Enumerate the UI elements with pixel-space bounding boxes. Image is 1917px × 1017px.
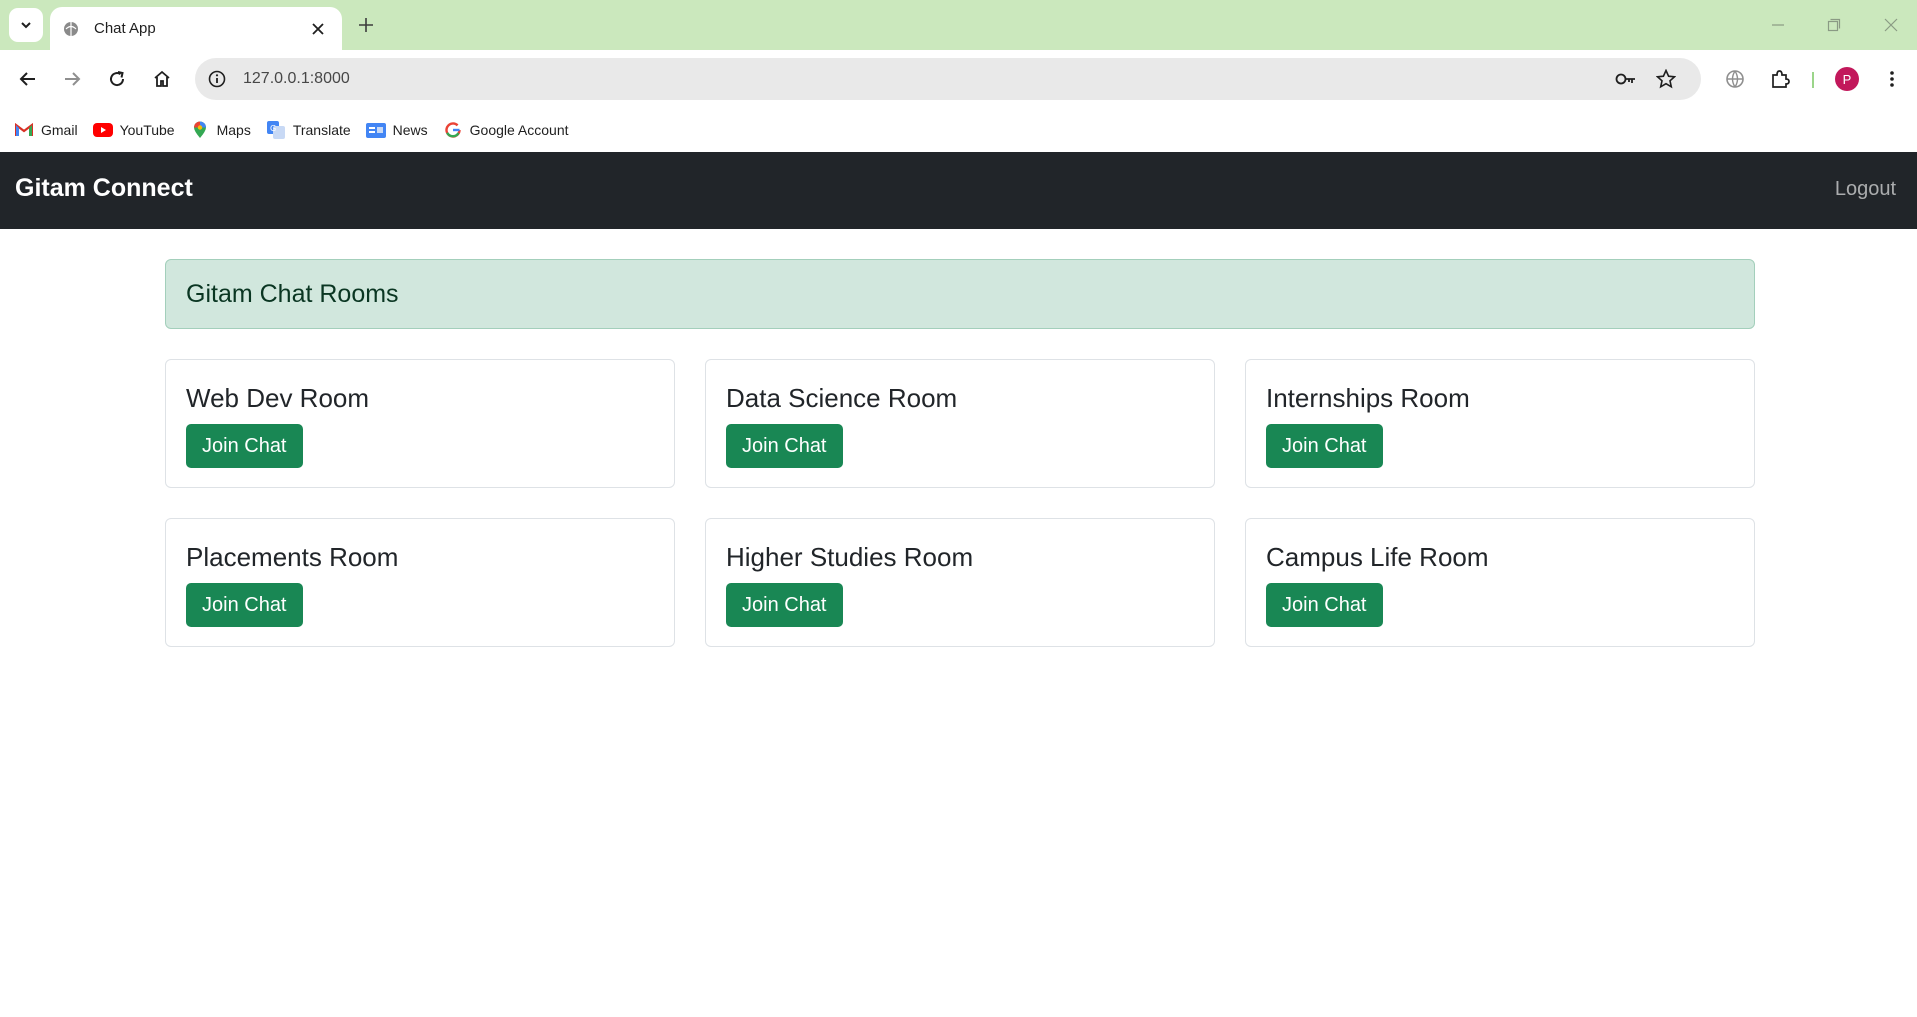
join-chat-button[interactable]: Join Chat: [1266, 424, 1383, 468]
bookmark-star-icon[interactable]: [1649, 62, 1683, 96]
room-title: Data Science Room: [726, 383, 958, 413]
bookmark-label: Translate: [292, 122, 351, 138]
home-icon[interactable]: [146, 63, 178, 95]
bookmark-label: Maps: [216, 122, 251, 138]
minimize-icon[interactable]: [1758, 10, 1798, 40]
room-title: Web Dev Room: [186, 383, 370, 413]
reload-icon[interactable]: [101, 63, 133, 95]
translate-globe-icon[interactable]: [1719, 63, 1751, 95]
room-card-data-science: Data Science Room Join Chat: [705, 359, 1215, 488]
restore-icon[interactable]: [1814, 10, 1854, 40]
svg-text:G: G: [270, 124, 276, 133]
join-chat-button[interactable]: Join Chat: [726, 583, 843, 627]
extensions-icon[interactable]: [1764, 63, 1796, 95]
main-container: Gitam Chat Rooms Web Dev Room Join Chat …: [165, 259, 1755, 647]
bookmark-label: Google Account: [469, 122, 569, 138]
browser-tabstrip: Chat App: [0, 0, 1917, 50]
bookmark-translate[interactable]: G Translate: [266, 120, 351, 140]
chat-rooms-banner: Gitam Chat Rooms: [165, 259, 1755, 329]
close-window-icon[interactable]: [1871, 10, 1911, 40]
site-info-icon[interactable]: [203, 65, 231, 93]
bookmark-maps[interactable]: Maps: [190, 120, 251, 140]
new-tab-icon[interactable]: [353, 12, 379, 38]
bookmark-google-account[interactable]: Google Account: [443, 120, 569, 140]
room-card-placements: Placements Room Join Chat: [165, 518, 675, 647]
bookmark-gmail[interactable]: Gmail: [14, 120, 78, 140]
bookmark-label: YouTube: [119, 122, 175, 138]
room-title: Campus Life Room: [1266, 542, 1489, 572]
youtube-icon: [92, 120, 113, 140]
chevron-down-icon: [21, 22, 31, 29]
google-icon: [443, 120, 463, 140]
room-card-web-dev: Web Dev Room Join Chat: [165, 359, 675, 488]
globe-icon: [62, 20, 80, 38]
bookmark-youtube[interactable]: YouTube: [92, 120, 175, 140]
url-text[interactable]: 127.0.0.1:8000: [243, 70, 1609, 88]
rooms-grid: Web Dev Room Join Chat Data Science Room…: [165, 359, 1755, 647]
room-card-higher-studies: Higher Studies Room Join Chat: [705, 518, 1215, 647]
bookmark-news[interactable]: News: [365, 120, 428, 140]
profile-avatar[interactable]: P: [1835, 67, 1859, 91]
room-title: Internships Room: [1266, 383, 1470, 413]
brand-link[interactable]: Gitam Connect: [15, 174, 193, 203]
back-arrow-icon[interactable]: [12, 63, 44, 95]
password-key-icon[interactable]: [1609, 62, 1643, 96]
close-tab-icon[interactable]: [306, 17, 330, 41]
bookmark-label: Gmail: [41, 122, 78, 138]
join-chat-button[interactable]: Join Chat: [186, 424, 303, 468]
room-card-internships: Internships Room Join Chat: [1245, 359, 1755, 488]
address-bar[interactable]: 127.0.0.1:8000: [195, 58, 1701, 100]
room-card-campus-life: Campus Life Room Join Chat: [1245, 518, 1755, 647]
tab-title: Chat App: [94, 20, 156, 37]
room-title: Placements Room: [186, 542, 399, 572]
browser-tab[interactable]: Chat App: [50, 7, 342, 50]
join-chat-button[interactable]: Join Chat: [726, 424, 843, 468]
tab-search-button[interactable]: [9, 8, 43, 42]
join-chat-button[interactable]: Join Chat: [186, 583, 303, 627]
news-icon: [365, 120, 386, 140]
gmail-icon: [14, 120, 34, 140]
page-title: Gitam Chat Rooms: [186, 279, 399, 308]
maps-icon: [190, 120, 210, 140]
navbar: Gitam Connect Logout: [0, 152, 1917, 229]
browser-toolbar: 127.0.0.1:8000 P: [0, 50, 1917, 108]
bookmark-label: News: [392, 122, 428, 138]
bookmarks-bar: Gmail YouTube Maps G Translate News Goog…: [0, 108, 1917, 152]
join-chat-button[interactable]: Join Chat: [1266, 583, 1383, 627]
forward-arrow-icon[interactable]: [56, 63, 88, 95]
menu-kebab-icon[interactable]: [1876, 63, 1908, 95]
logout-link[interactable]: Logout: [1835, 178, 1896, 201]
translate-icon: G: [266, 120, 286, 140]
room-title: Higher Studies Room: [726, 542, 974, 572]
toolbar-separator: [1812, 72, 1814, 88]
